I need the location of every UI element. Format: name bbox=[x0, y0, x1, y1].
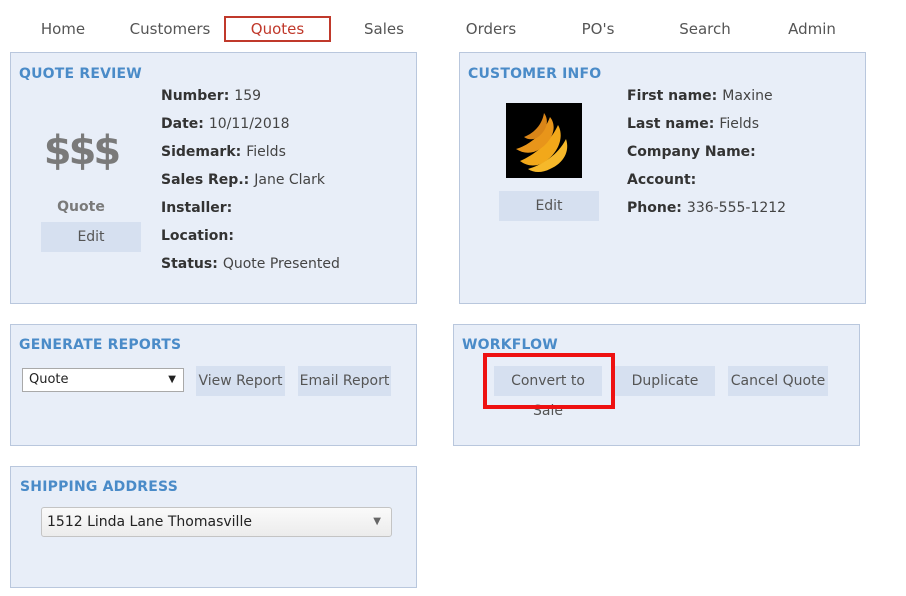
shipping-address-title: SHIPPING ADDRESS bbox=[20, 479, 178, 495]
shipping-address-panel: SHIPPING ADDRESS 1512 Linda Lane Thomasv… bbox=[10, 466, 417, 588]
report-type-value: Quote bbox=[29, 372, 69, 387]
shipping-address-value: 1512 Linda Lane Thomasville bbox=[47, 514, 252, 530]
quote-status-field: Status: Quote Presented bbox=[161, 256, 340, 272]
nav-admin[interactable]: Admin bbox=[769, 16, 855, 42]
nav-search[interactable]: Search bbox=[662, 16, 748, 42]
customer-first-name-field: First name: Maxine bbox=[627, 88, 773, 104]
nav-sales[interactable]: Sales bbox=[341, 16, 427, 42]
email-report-button[interactable]: Email Report bbox=[298, 366, 391, 396]
nav-customers[interactable]: Customers bbox=[126, 16, 214, 42]
customer-edit-button[interactable]: Edit bbox=[499, 191, 599, 221]
dollar-icon: $$$ bbox=[43, 128, 122, 174]
field-value: 336-555-1212 bbox=[686, 200, 787, 216]
generate-reports-title: GENERATE REPORTS bbox=[19, 337, 182, 353]
convert-to-sale-button[interactable]: Convert to Sale bbox=[494, 366, 602, 419]
field-label: Last name: bbox=[627, 116, 715, 132]
quote-edit-button[interactable]: Edit bbox=[41, 222, 141, 252]
dropdown-caret-icon: ▼ bbox=[168, 374, 176, 385]
duplicate-button[interactable]: Duplicate bbox=[615, 366, 715, 396]
nav-quotes[interactable]: Quotes bbox=[224, 16, 331, 42]
workflow-panel: WORKFLOW Convert to Sale Duplicate Cance… bbox=[453, 324, 860, 446]
field-value: Fields bbox=[719, 116, 759, 132]
workflow-title: WORKFLOW bbox=[462, 337, 558, 353]
customer-last-name-field: Last name: Fields bbox=[627, 116, 759, 132]
quote-review-title: QUOTE REVIEW bbox=[19, 66, 142, 82]
field-label: Sidemark: bbox=[161, 144, 242, 160]
field-label: First name: bbox=[627, 88, 718, 104]
field-label: Installer: bbox=[161, 200, 233, 216]
field-label: Number: bbox=[161, 88, 230, 104]
field-label: Account: bbox=[627, 172, 697, 188]
dropdown-caret-icon: ▼ bbox=[373, 516, 381, 527]
report-type-select[interactable]: Quote ▼ bbox=[22, 368, 184, 392]
field-label: Location: bbox=[161, 228, 234, 244]
customer-logo-image bbox=[506, 103, 582, 178]
customer-account-field: Account: bbox=[627, 172, 701, 188]
quote-date-field: Date: 10/11/2018 bbox=[161, 116, 290, 132]
quote-installer-field: Installer: bbox=[161, 200, 237, 216]
nav-orders[interactable]: Orders bbox=[448, 16, 534, 42]
nav-home[interactable]: Home bbox=[20, 16, 106, 42]
quote-number-field: Number: 159 bbox=[161, 88, 261, 104]
field-label: Date: bbox=[161, 116, 204, 132]
quote-location-field: Location: bbox=[161, 228, 239, 244]
customer-info-title: CUSTOMER INFO bbox=[468, 66, 602, 82]
top-nav: Home Customers Quotes Sales Orders PO's … bbox=[0, 0, 906, 52]
field-label: Status: bbox=[161, 256, 218, 272]
field-label: Company Name: bbox=[627, 144, 756, 160]
quote-sidemark-field: Sidemark: Fields bbox=[161, 144, 286, 160]
nav-pos[interactable]: PO's bbox=[555, 16, 641, 42]
field-value: 10/11/2018 bbox=[208, 116, 290, 132]
view-report-button[interactable]: View Report bbox=[196, 366, 285, 396]
shipping-address-select[interactable]: 1512 Linda Lane Thomasville ▼ bbox=[41, 507, 392, 537]
field-value: Quote Presented bbox=[222, 256, 340, 272]
field-label: Phone: bbox=[627, 200, 682, 216]
customer-info-panel: CUSTOMER INFO Edit First name: Maxine Las… bbox=[459, 52, 866, 304]
flame-logo-icon bbox=[516, 113, 568, 172]
quote-review-panel: QUOTE REVIEW $$$ Quote Edit Number: 159 D… bbox=[10, 52, 417, 304]
generate-reports-panel: GENERATE REPORTS Quote ▼ View Report Ema… bbox=[10, 324, 417, 446]
field-label: Sales Rep.: bbox=[161, 172, 250, 188]
quote-icon-caption: Quote bbox=[57, 199, 105, 215]
quote-sales-rep-field: Sales Rep.: Jane Clark bbox=[161, 172, 325, 188]
field-value: Maxine bbox=[722, 88, 773, 104]
customer-phone-field: Phone: 336-555-1212 bbox=[627, 200, 786, 216]
field-value: Jane Clark bbox=[254, 172, 326, 188]
field-value: 159 bbox=[234, 88, 262, 104]
cancel-quote-button[interactable]: Cancel Quote bbox=[728, 366, 828, 396]
field-value: Fields bbox=[246, 144, 286, 160]
customer-company-field: Company Name: bbox=[627, 144, 761, 160]
